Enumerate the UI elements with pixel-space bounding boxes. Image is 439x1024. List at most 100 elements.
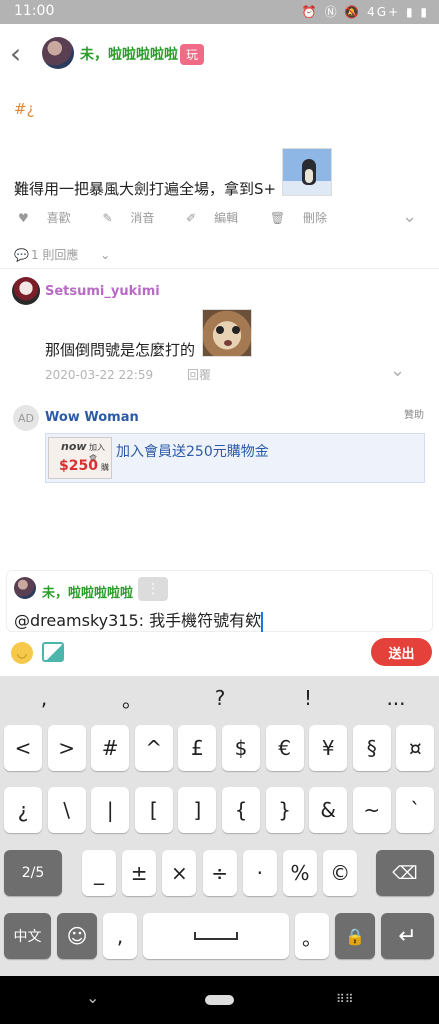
symbol-key-label: ¤: [409, 736, 422, 760]
mute-button[interactable]: ✎ 消音: [102, 211, 168, 225]
symbol-key[interactable]: `: [396, 787, 435, 833]
emoji-icon[interactable]: ◡: [11, 642, 33, 664]
symbol-key-label: ±: [130, 861, 148, 885]
symbol-key[interactable]: ·: [242, 850, 277, 896]
symbol-key-label: ~: [363, 798, 381, 822]
edit-button[interactable]: ✐ 編輯: [186, 211, 252, 225]
enter-key[interactable]: ↵: [381, 913, 434, 959]
send-button[interactable]: 送出: [371, 638, 432, 666]
symbol-key-label: `: [410, 798, 421, 822]
suggestion-key-label: ,: [40, 686, 48, 710]
symbol-key[interactable]: ]: [178, 787, 217, 833]
chevron-down-icon: ⌄: [100, 248, 111, 262]
composer-more-button[interactable]: ⋮: [138, 577, 168, 601]
suggestion-key-label: !: [303, 686, 313, 710]
symbol-key[interactable]: \: [47, 787, 86, 833]
avatar[interactable]: [42, 37, 74, 69]
ad-avatar: AD: [13, 405, 39, 431]
mute-label: 消音: [130, 211, 155, 225]
delete-button[interactable]: 🗑 刪除: [270, 211, 341, 225]
symbol-key[interactable]: >: [47, 725, 86, 771]
symbol-key[interactable]: |: [91, 787, 130, 833]
symbol-key[interactable]: _: [82, 850, 116, 896]
post-author[interactable]: 未，啦啦啦啦啦: [80, 44, 178, 64]
suggestion-key[interactable]: ...: [374, 678, 418, 718]
symbol-key[interactable]: <: [4, 725, 42, 771]
symbol-key[interactable]: ~: [352, 787, 391, 833]
nav-home-pill[interactable]: [205, 995, 234, 1005]
symbol-key-label: [: [149, 798, 158, 822]
symbol-key[interactable]: }: [265, 787, 304, 833]
ad-name[interactable]: Wow Woman: [45, 410, 139, 425]
period-key[interactable]: 。: [295, 913, 329, 959]
symbol-key[interactable]: €: [265, 725, 304, 771]
symbol-key-label: >: [58, 736, 75, 760]
symbol-key[interactable]: ^: [134, 725, 173, 771]
page-switch-key[interactable]: 2/5: [4, 850, 62, 896]
back-icon[interactable]: ‹: [10, 40, 21, 68]
comma-key[interactable]: ,: [103, 913, 137, 959]
reply-button[interactable]: 回覆: [187, 368, 211, 382]
symbol-key-label: |: [106, 798, 114, 822]
composer-text: @dreamsky315: 我手機符號有欸: [14, 611, 262, 630]
emoji-key[interactable]: ☺: [57, 913, 97, 959]
comma-label: ,: [116, 924, 124, 948]
composer-input[interactable]: @dreamsky315: 我手機符號有欸: [14, 607, 264, 632]
symbol-key[interactable]: ±: [122, 850, 157, 896]
sponsor-label: 贊助: [404, 410, 424, 421]
space-icon: [194, 932, 238, 940]
suggestion-key[interactable]: ?: [198, 678, 242, 718]
symbol-key-label: &: [320, 798, 336, 822]
symbol-key-label: #: [101, 736, 119, 760]
lock-key[interactable]: 🔒: [335, 913, 375, 959]
comment-chevron-down-icon[interactable]: ⌄: [390, 360, 405, 381]
page-switch-label: 2/5: [21, 865, 45, 881]
symbol-key[interactable]: {: [222, 787, 260, 833]
language-key[interactable]: 中文: [4, 913, 51, 959]
symbol-key[interactable]: &: [309, 787, 348, 833]
period-label: 。: [302, 925, 322, 950]
reply-count-toggle[interactable]: 💬 1 則回應 ⌄: [14, 246, 124, 263]
suggestion-key[interactable]: !: [286, 678, 330, 718]
post-actions: ♥ 喜歡 ✎ 消音 ✐ 編輯 🗑 刪除: [18, 209, 355, 226]
symbol-key-label: ·: [256, 861, 263, 885]
comment-avatar[interactable]: [12, 277, 40, 305]
symbol-key-label: ^: [145, 736, 163, 760]
symbol-key[interactable]: %: [283, 850, 317, 896]
symbol-key[interactable]: $: [222, 725, 260, 771]
symbol-key[interactable]: ¥: [309, 725, 348, 771]
nav-keyboard-icon[interactable]: ⠿⠿: [336, 992, 354, 1006]
author-badge: 玩: [180, 44, 205, 65]
symbol-key[interactable]: ÷: [202, 850, 237, 896]
symbol-key-label: $: [234, 736, 248, 760]
backspace-key[interactable]: ⌫: [376, 850, 434, 896]
status-icons: ⏰ Ⓝ 🔕 4G+ ▮ ▮: [301, 5, 429, 19]
post-hashtag[interactable]: #¿: [14, 100, 35, 118]
suggestion-key[interactable]: ,: [22, 678, 66, 718]
symbol-key[interactable]: ×: [162, 850, 197, 896]
like-button[interactable]: ♥ 喜歡: [18, 211, 85, 225]
symbol-key[interactable]: [: [134, 787, 173, 833]
space-key[interactable]: [143, 913, 289, 959]
symbol-key[interactable]: #: [91, 725, 130, 771]
backspace-icon: ⌫: [392, 862, 418, 884]
symbol-key-label: \: [63, 798, 70, 822]
symbol-key[interactable]: £: [178, 725, 217, 771]
symbol-key-label: §: [366, 736, 377, 760]
comment-time: 2020-03-22 22:59: [45, 368, 154, 382]
comment-author[interactable]: Setsumi_yukimi: [45, 284, 160, 299]
symbol-key-label: ×: [171, 861, 188, 885]
ad-card[interactable]: now 加入會 $250 購 加入會員送250元購物金: [45, 433, 425, 483]
penguin-sticker: [282, 148, 332, 196]
chevron-down-icon[interactable]: ⌄: [402, 206, 417, 227]
suggestion-key[interactable]: 。: [110, 678, 154, 718]
smiley-icon: ☺: [66, 924, 88, 948]
symbol-key[interactable]: §: [352, 725, 391, 771]
symbol-key[interactable]: ¿: [4, 787, 42, 833]
image-icon[interactable]: [42, 642, 64, 662]
symbol-key[interactable]: ©: [323, 850, 358, 896]
nav-back-icon[interactable]: ⌄: [86, 988, 99, 1007]
symbol-key[interactable]: ¤: [396, 725, 435, 771]
trash-icon: 🗑: [269, 211, 286, 225]
symbol-key-label: {: [234, 798, 248, 822]
